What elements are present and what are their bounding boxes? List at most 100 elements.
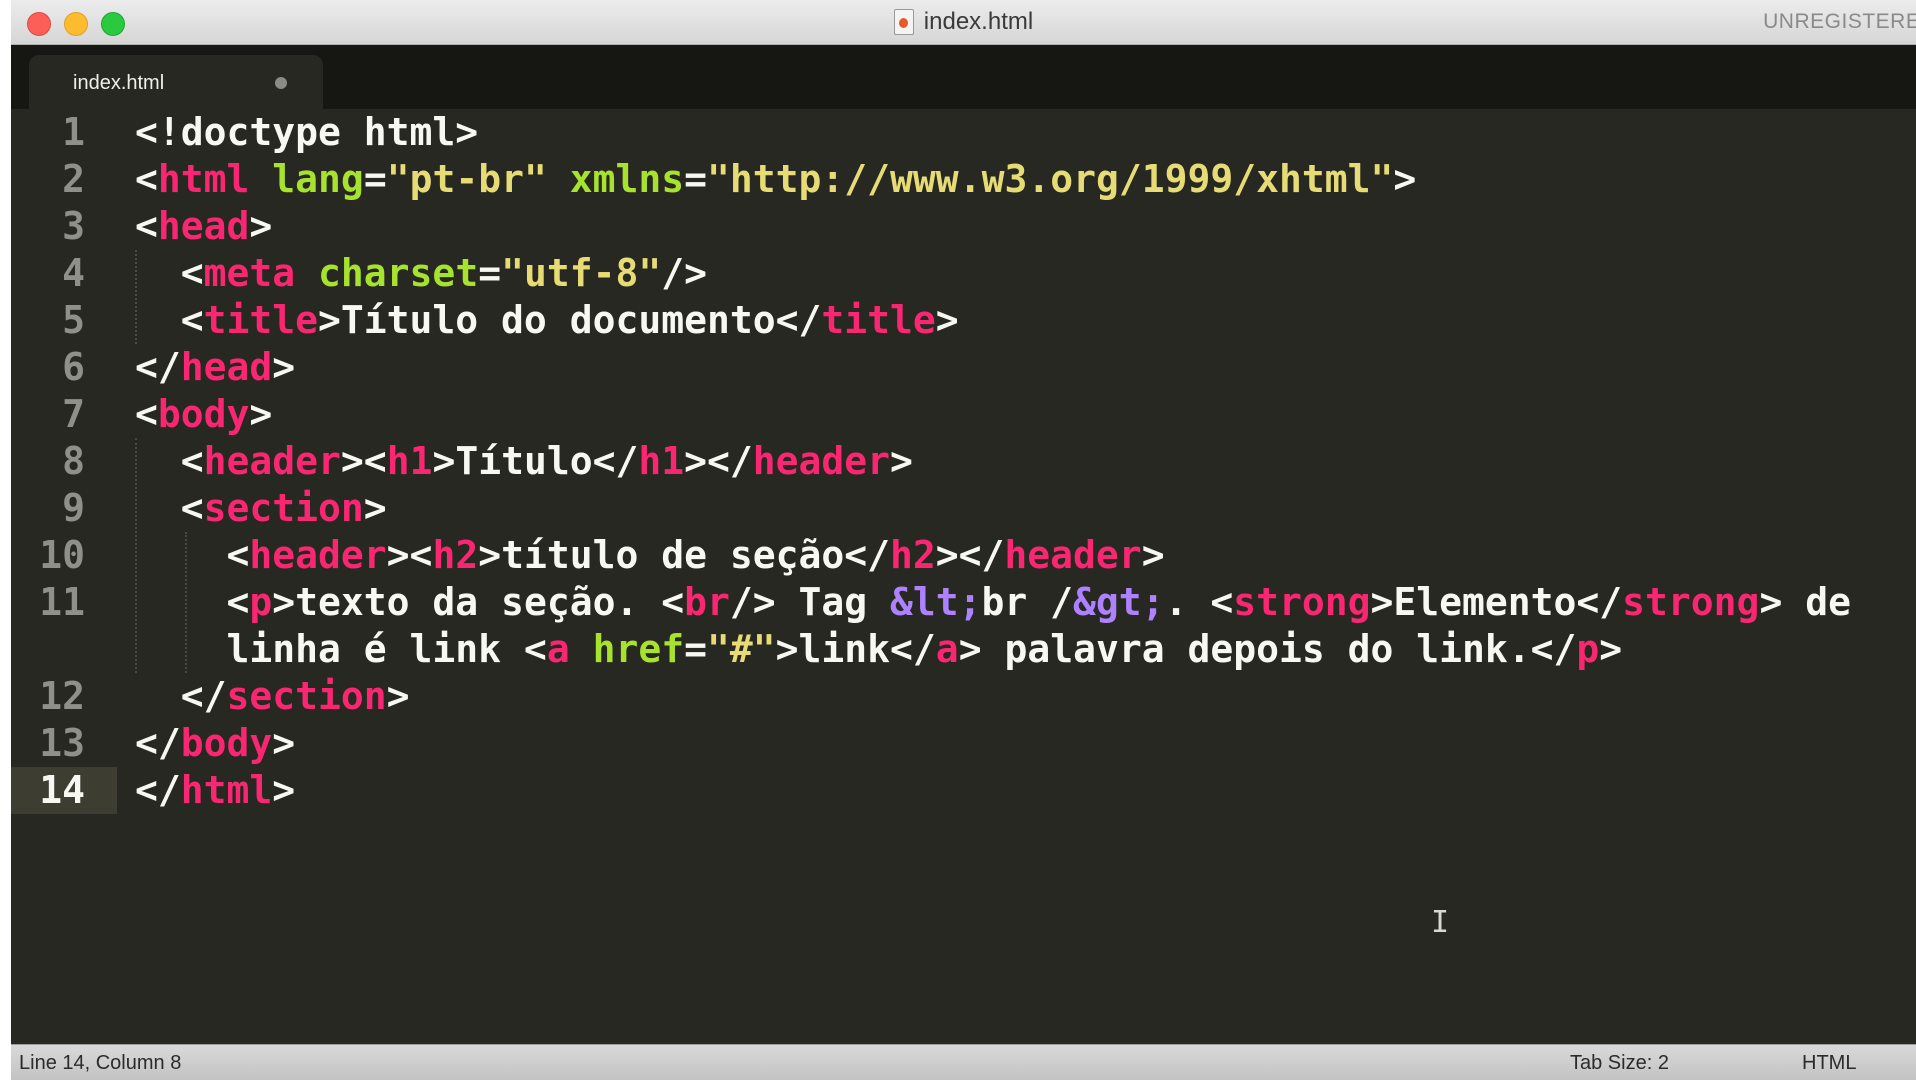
- token-text: >: [935, 298, 959, 342]
- line-number[interactable]: 7: [11, 391, 85, 438]
- code-line[interactable]: </head>: [135, 344, 295, 391]
- line-number-gutter[interactable]: 1 2 3 4 5 6 7 8 9 10 11 12 13 14: [11, 109, 117, 1044]
- close-window-button[interactable]: [27, 12, 51, 36]
- token-entity: &lt;: [890, 580, 982, 624]
- token-text: <: [135, 204, 158, 248]
- tab-index-html[interactable]: index.html: [29, 55, 323, 109]
- code-line[interactable]: <!doctype html>: [135, 109, 478, 156]
- cursor-position: Line 14, Column 8: [19, 1052, 182, 1074]
- token-tag: strong: [1233, 580, 1371, 624]
- minimize-window-button[interactable]: [64, 12, 88, 36]
- unsaved-dot-icon[interactable]: [275, 77, 287, 89]
- token-tag: title: [203, 298, 319, 342]
- token-text: ><: [386, 533, 433, 577]
- editor-window: index.html UNREGISTERED index.html 12345…: [11, 0, 1916, 1080]
- token-text: >: [272, 345, 296, 389]
- code-line[interactable]: <header><h2>título de seção</h2></header…: [135, 532, 1165, 579]
- token-string: "http://www.w3.org/1999/xhtml": [707, 157, 1394, 201]
- token-tag: head: [157, 204, 250, 248]
- line-number[interactable]: 14: [11, 767, 85, 814]
- token-text: </: [135, 345, 181, 389]
- title-bar: index.html UNREGISTERED: [11, 0, 1916, 45]
- line-number[interactable]: 8: [11, 438, 85, 485]
- code-line[interactable]: <title>Título do documento</title>: [135, 297, 959, 344]
- token-tag: h1: [386, 439, 433, 483]
- html-file-icon: [893, 9, 914, 35]
- token-text: <!doctype html>: [135, 110, 479, 154]
- token-text: >: [272, 768, 296, 812]
- code-line[interactable]: linha é link <a href="#">link</a> palavr…: [135, 626, 1623, 673]
- code-line[interactable]: <head>: [135, 203, 272, 250]
- line-number[interactable]: 6: [11, 344, 85, 391]
- line-number[interactable]: 13: [11, 720, 85, 767]
- token-text: /> Tag: [729, 580, 891, 624]
- syntax-selector[interactable]: HTML: [1802, 1045, 1856, 1080]
- token-text: >: [1599, 627, 1623, 671]
- token-text: =: [684, 157, 708, 201]
- token-tag: header: [752, 439, 891, 483]
- token-text: <: [135, 392, 158, 436]
- token-text: </: [135, 721, 181, 765]
- window-title: index.html: [11, 0, 1916, 44]
- token-text: </: [135, 674, 227, 718]
- token-text: >: [1393, 157, 1417, 201]
- token-text: <: [135, 439, 204, 483]
- tab-bar: index.html: [11, 45, 1916, 109]
- line-number[interactable]: 1: [11, 109, 85, 156]
- token-text: >: [890, 439, 913, 483]
- code-line[interactable]: <p>texto da seção. <br/> Tag &lt;br /&gt…: [135, 579, 1851, 626]
- code-line[interactable]: <body>: [135, 391, 272, 438]
- code-editor[interactable]: 1 2 3 4 5 6 7 8 9 10 11 12 13 14 <!doctype html> <html…: [11, 109, 1916, 1044]
- token-text: ><: [340, 439, 387, 483]
- token-tag: p: [249, 580, 273, 624]
- token-tag: h2: [890, 533, 936, 577]
- zoom-window-button[interactable]: [101, 12, 125, 36]
- token-text: ></: [935, 533, 1005, 577]
- line-number[interactable]: 3: [11, 203, 85, 250]
- token-text: <: [135, 157, 158, 201]
- token-text: <: [135, 533, 250, 577]
- code-line[interactable]: <meta charset="utf-8"/>: [135, 250, 707, 297]
- line-number[interactable]: 12: [11, 673, 85, 720]
- token-tag: h1: [638, 439, 685, 483]
- code-line[interactable]: </section>: [135, 673, 410, 720]
- token-tag: header: [249, 533, 387, 577]
- code-line[interactable]: </body>: [135, 720, 295, 767]
- token-tag: p: [1576, 627, 1600, 671]
- line-number[interactable]: 2: [11, 156, 85, 203]
- token-tag: a: [935, 627, 959, 671]
- token-string: "utf-8": [501, 251, 662, 295]
- token-attr: xmlns: [569, 157, 685, 201]
- token-text: . <: [1164, 580, 1234, 624]
- token-tag: header: [1004, 533, 1142, 577]
- token-tag: header: [203, 439, 341, 483]
- token-tag: title: [821, 298, 936, 342]
- token-tag: head: [180, 345, 273, 389]
- token-tag: section: [226, 674, 387, 718]
- line-number[interactable]: 9: [11, 485, 85, 532]
- line-number[interactable]: 5: [11, 297, 85, 344]
- token-text: br /: [981, 580, 1074, 624]
- token-text: > de: [1759, 580, 1851, 624]
- line-number[interactable]: 11: [11, 579, 85, 626]
- token-tag: h2: [432, 533, 479, 577]
- tab-size-selector[interactable]: Tab Size: 2: [1570, 1045, 1669, 1080]
- code-line[interactable]: <section>: [135, 485, 387, 532]
- token-text: =: [363, 157, 387, 201]
- code-line[interactable]: <header><h1>Título</h1></header>: [135, 438, 913, 485]
- line-number[interactable]: 4: [11, 250, 85, 297]
- line-number[interactable]: 10: [11, 532, 85, 579]
- status-bar: Line 14, Column 8 Tab Size: 2 HTML: [11, 1044, 1916, 1080]
- indent-guide: [135, 250, 137, 344]
- code-line[interactable]: </html>: [135, 767, 295, 814]
- token-text: ></: [684, 439, 753, 483]
- token-text: > palavra depois do link.</: [958, 627, 1577, 671]
- indent-guide: [185, 532, 187, 673]
- code-line[interactable]: <html lang="pt-br" xmlns="http://www.w3.…: [135, 156, 1416, 203]
- token-text: <: [135, 251, 204, 295]
- token-string: "#": [707, 627, 776, 671]
